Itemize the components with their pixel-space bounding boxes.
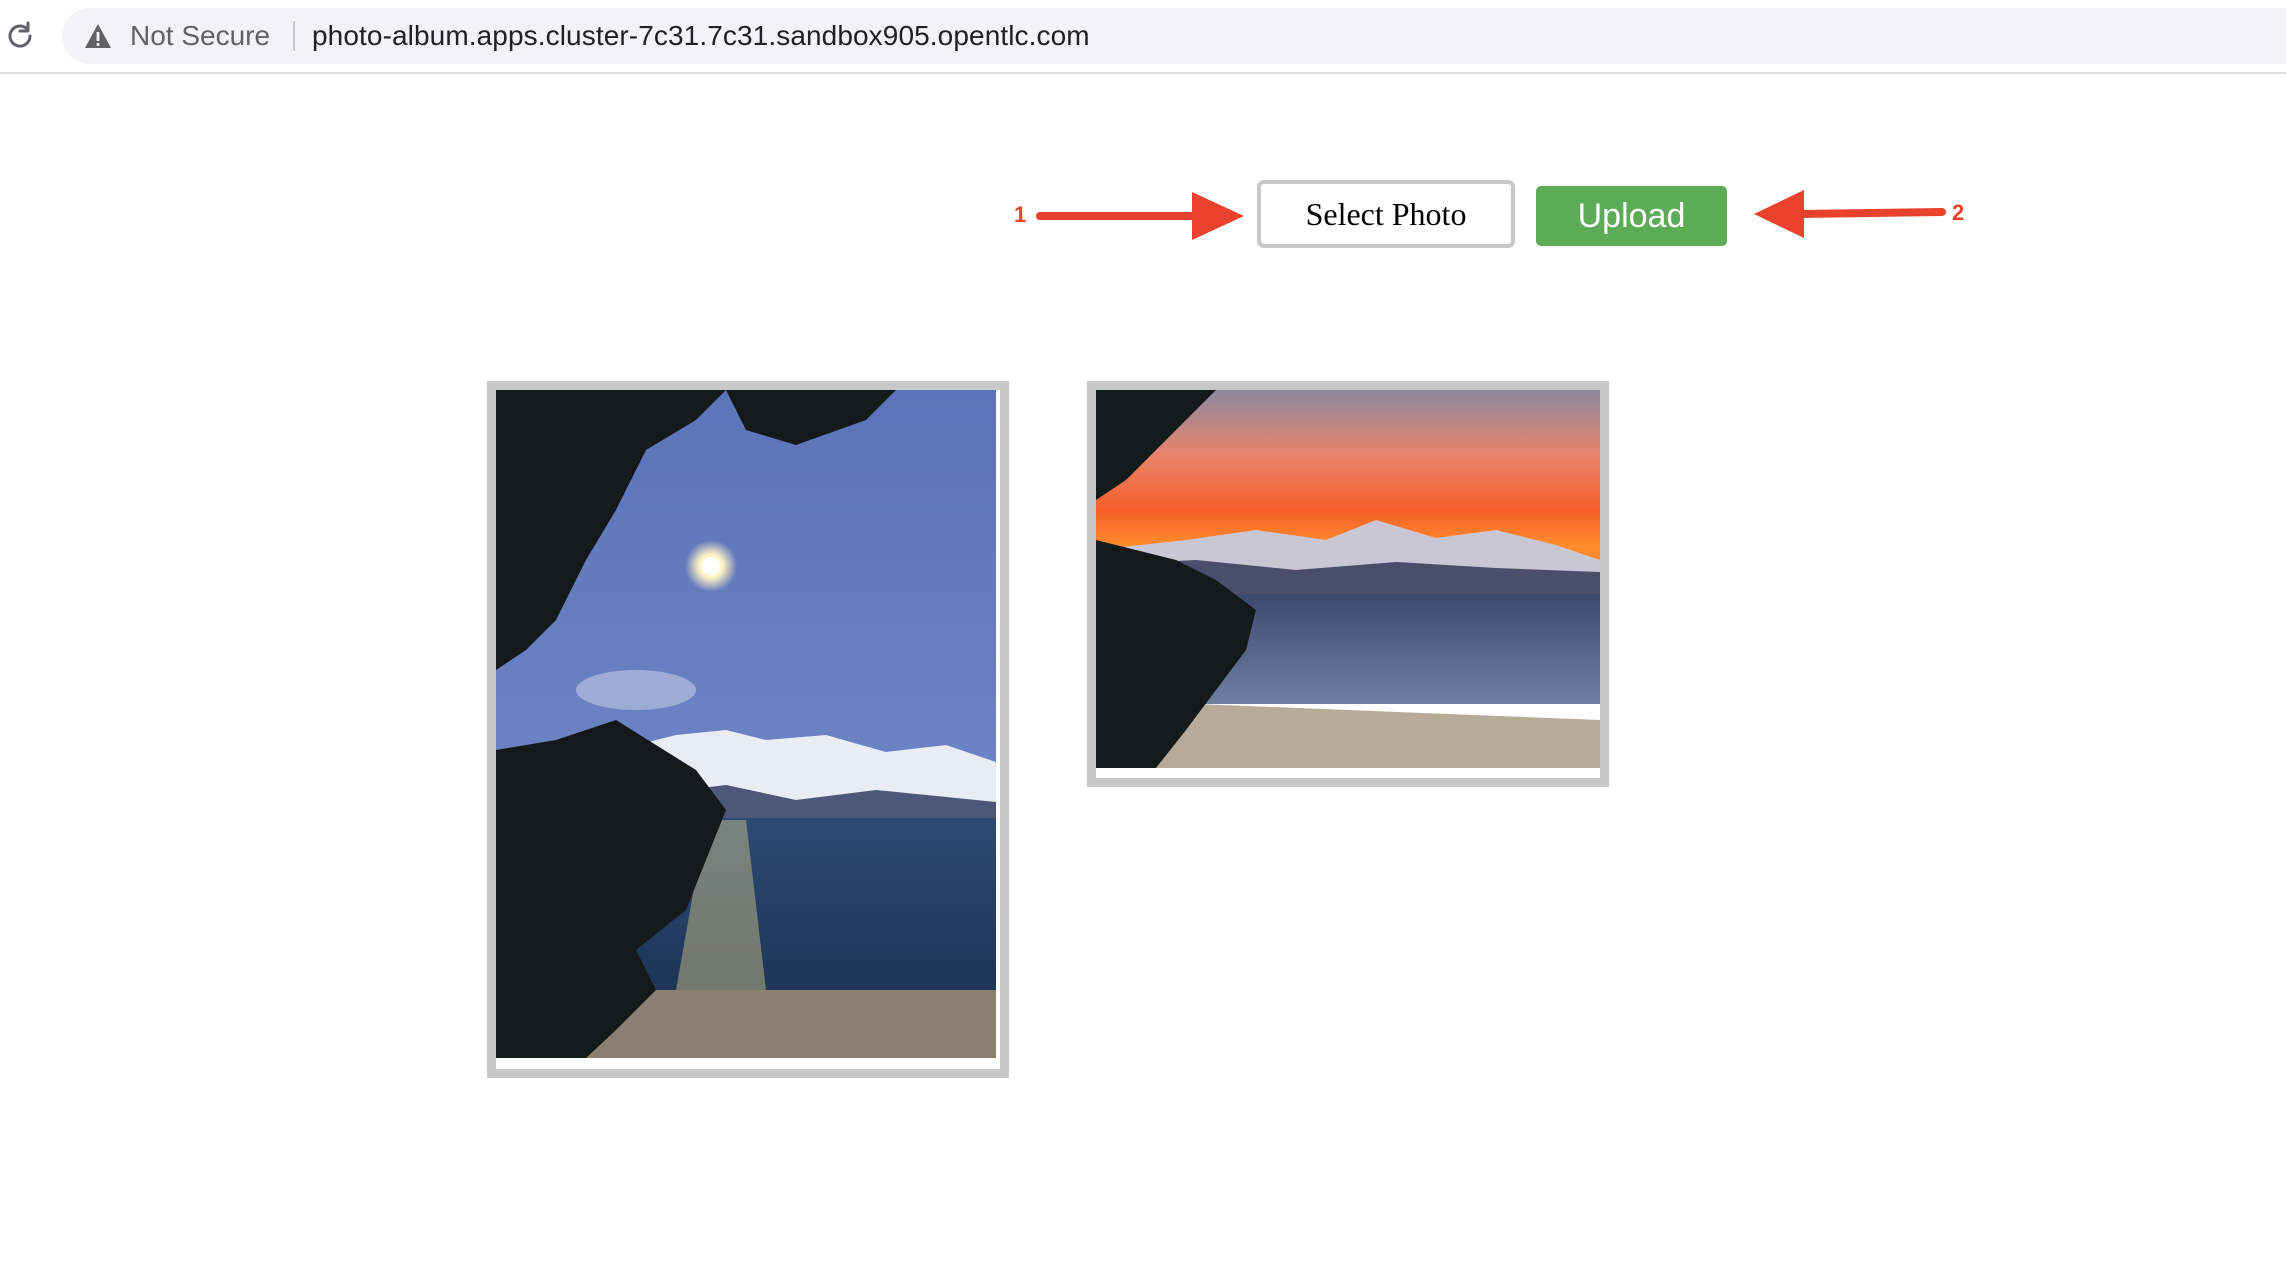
security-status-label[interactable]: Not Secure — [130, 8, 270, 64]
browser-toolbar: Not Secure photo-album.apps.cluster-7c31… — [0, 0, 2286, 74]
warning-icon[interactable] — [84, 23, 112, 49]
url-text[interactable]: photo-album.apps.cluster-7c31.7c31.sandb… — [312, 8, 1090, 64]
step-2-label: 2 — [1952, 200, 1965, 225]
sunset-over-lake-icon — [1096, 390, 1600, 768]
reload-icon[interactable] — [4, 20, 36, 52]
omnibox-divider — [293, 21, 295, 51]
step-1-label: 1 — [1014, 202, 1027, 227]
upload-button[interactable]: Upload — [1536, 186, 1727, 246]
right-arrow-icon — [1036, 192, 1244, 240]
left-arrow-icon — [1754, 190, 1946, 238]
photo-card[interactable] — [487, 381, 1009, 1078]
address-bar[interactable]: Not Secure photo-album.apps.cluster-7c31… — [62, 8, 2286, 64]
photo-card[interactable] — [1087, 381, 1609, 787]
select-photo-button[interactable]: Select Photo — [1257, 180, 1515, 248]
moon-over-lake-icon — [496, 390, 996, 1058]
